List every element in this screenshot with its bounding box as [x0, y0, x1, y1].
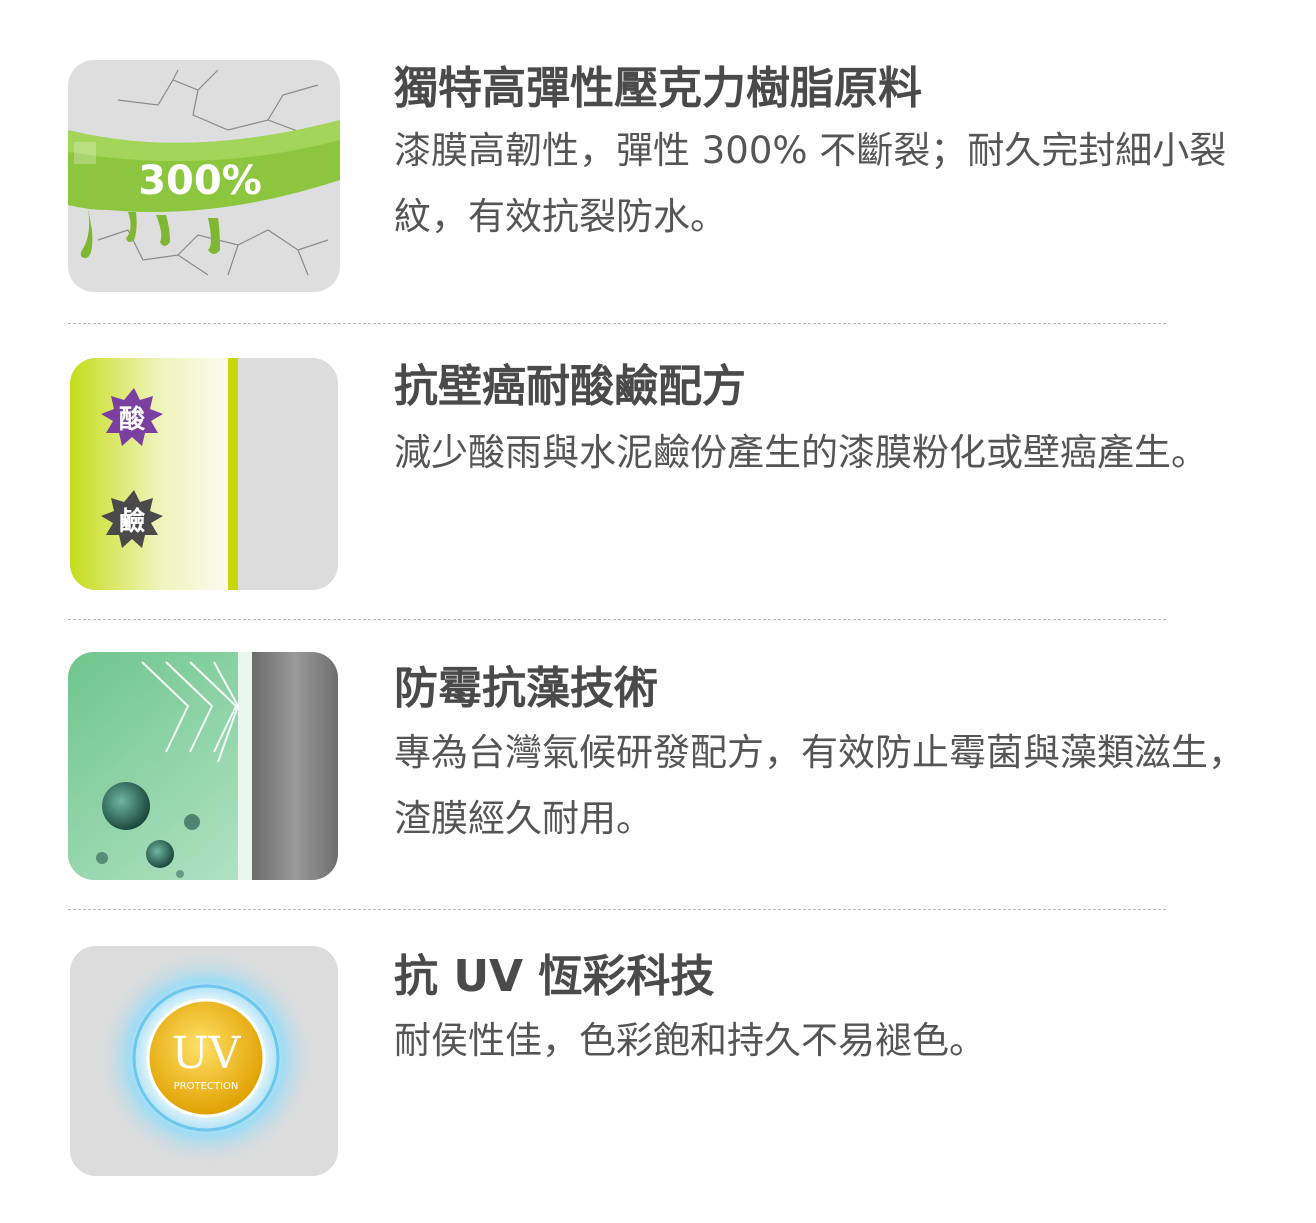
- feature-title: 抗壁癌耐酸鹼配方: [394, 361, 746, 412]
- elastic-percent-label: 300%: [138, 158, 262, 204]
- divider: [68, 619, 1166, 620]
- acid-label: 酸: [119, 405, 146, 435]
- divider: [68, 909, 1166, 910]
- feature-description: 減少酸雨與水泥鹼份產生的漆膜粉化或壁癌產生。: [394, 431, 1208, 474]
- feature-description: 專為台灣氣候研發配方，有效防止霉菌與藻類滋生，渣膜經久耐用。: [394, 731, 1245, 840]
- feature-title: 獨特高彈性壓克力樹脂原料: [394, 63, 922, 114]
- feature-description: 耐侯性佳，色彩飽和持久不易褪色。: [394, 1019, 986, 1062]
- elastic-crack-icon: 300%: [68, 60, 340, 292]
- feature-title: 抗 UV 恆彩科技: [394, 951, 715, 1002]
- anti-mold-icon: [68, 652, 338, 880]
- feature-title: 防霉抗藻技術: [394, 663, 658, 714]
- alkali-label: 鹼: [119, 506, 145, 537]
- uv-sublabel: PROTECTION: [174, 1081, 239, 1092]
- uv-label: UV: [172, 1028, 242, 1079]
- uv-protection-icon: UV PROTECTION: [70, 946, 338, 1176]
- acid-alkali-icon: 酸 鹼: [70, 358, 338, 590]
- feature-description: 漆膜高韌性，彈性 300% 不斷裂；耐久完封細小裂紋，有效抗裂防水。: [394, 129, 1227, 238]
- divider: [68, 323, 1166, 324]
